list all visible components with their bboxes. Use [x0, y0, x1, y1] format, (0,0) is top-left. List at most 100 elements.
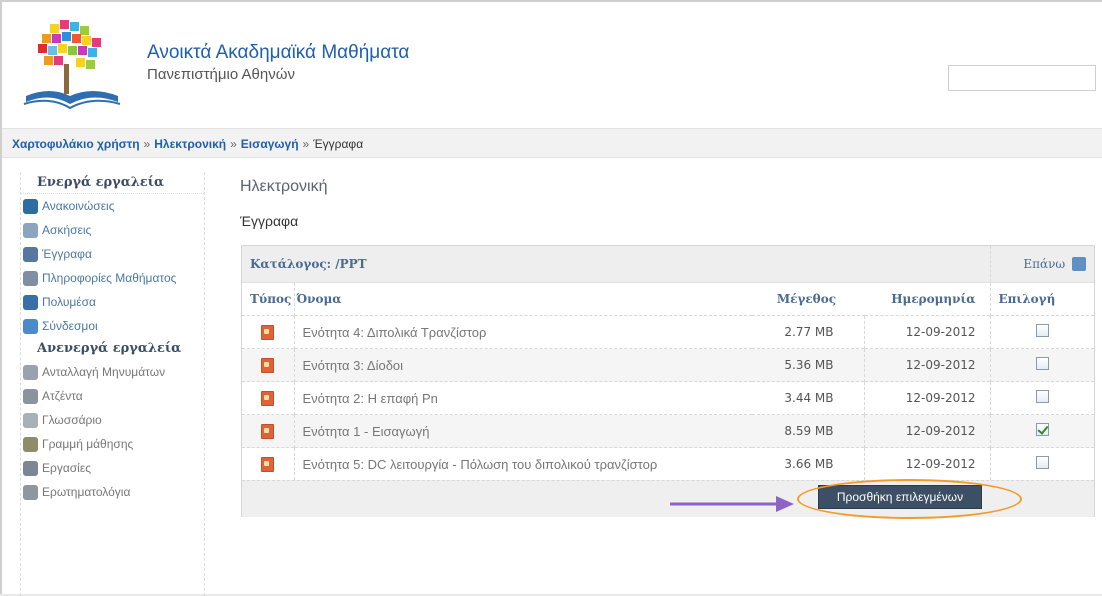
file-row: Ενότητα 3: Δίοδοι 5.36 MB 12-09-2012 [242, 348, 1094, 382]
site-title[interactable]: Ανοικτά Ακαδημαϊκά Μαθήματα [147, 42, 409, 64]
file-name-link[interactable]: Ενότητα 3: Δίοδοι [303, 358, 404, 373]
tree-book-logo[interactable] [20, 16, 124, 116]
documents-panel: Κατάλογος: /PPT Επάνω Τύπος Όνομα Μέγεθο… [241, 245, 1095, 517]
file-size: 5.36 MB [784, 358, 834, 372]
ppt-file-icon[interactable] [261, 423, 275, 439]
column-date: Ημερομηνία [891, 292, 976, 306]
course-title: Ηλεκτρονική [240, 178, 328, 195]
file-date: 12-09-2012 [905, 457, 976, 471]
questionnaires-icon [23, 484, 38, 500]
search-input[interactable] [948, 65, 1096, 91]
sidebar-item-label: Ανακοινώσεις [42, 199, 115, 213]
sidebar-item[interactable]: Εργασίες [21, 456, 204, 480]
file-name-link[interactable]: Ενότητα 2: Η επαφή Pn [303, 391, 438, 406]
exercises-icon [23, 222, 38, 238]
sidebar-item[interactable]: Έγγραφα [21, 242, 204, 266]
sidebar-item[interactable]: Ατζέντα [21, 384, 204, 408]
sidebar-item-label: Πληροφορίες Μαθήματος [42, 271, 177, 285]
file-size: 3.66 MB [784, 457, 834, 471]
tools-sidebar: Ενεργά εργαλεία Ανακοινώσεις Ασκήσεις Έγγρ… [20, 172, 205, 596]
course-info-icon [23, 270, 38, 286]
file-date: 12-09-2012 [905, 358, 976, 372]
file-row: Ενότητα 1 - Εισαγωγή 8.59 MB 12-09-2012 [242, 414, 1094, 448]
column-name: Όνομα [296, 292, 342, 306]
sidebar-item-label: Έγγραφα [42, 247, 92, 261]
pointer-arrow [670, 496, 794, 512]
sidebar-item-label: Ανταλλαγή Μηνυμάτων [42, 365, 166, 379]
site-subtitle: Πανεπιστήμιο Αθηνών [147, 66, 295, 83]
sidebar-item-label: Ατζέντα [42, 389, 83, 403]
file-name-link[interactable]: Ενότητα 5: DC λειτουργία - Πόλωση του δι… [303, 457, 658, 472]
select-checkbox[interactable] [1035, 456, 1049, 469]
sidebar-item-label: Ασκήσεις [42, 223, 92, 237]
sidebar-item-label: Γραμμή μάθησης [42, 437, 134, 451]
column-select: Επιλογή [998, 292, 1056, 306]
breadcrumb-link[interactable]: Εισαγωγή [241, 137, 299, 151]
inactive-tools-list: Ανταλλαγή Μηνυμάτων Ατζέντα Γλωσσάριο Γραμμ… [21, 360, 204, 504]
documents-table: Κατάλογος: /PPT Επάνω Τύπος Όνομα Μέγεθο… [242, 246, 1094, 480]
select-checkbox[interactable] [1035, 390, 1049, 403]
sidebar-item[interactable]: Πολυμέσα [21, 290, 204, 314]
breadcrumb-current: Έγγραφα [313, 137, 364, 151]
sidebar-item[interactable]: Ανακοινώσεις [21, 194, 204, 218]
file-row: Ενότητα 4: Διπολικά Τρανζίστορ 2.77 MB 12-… [242, 315, 1094, 349]
select-checkbox[interactable] [1035, 324, 1049, 337]
breadcrumb-link[interactable]: Χαρτοφυλάκιο χρήστη [12, 137, 140, 151]
column-type: Τύπος [250, 292, 292, 306]
sidebar-item-label: Σύνδεσμοι [42, 319, 98, 333]
file-size: 2.77 MB [784, 325, 834, 339]
ppt-file-icon[interactable] [261, 390, 275, 406]
file-name-link[interactable]: Ενότητα 1 - Εισαγωγή [303, 424, 430, 439]
glossary-icon [23, 412, 38, 428]
sidebar-item[interactable]: Ανταλλαγή Μηνυμάτων [21, 360, 204, 384]
file-row: Ενότητα 5: DC λειτουργία - Πόλωση του δι… [242, 447, 1094, 480]
active-tools-heading: Ενεργά εργαλεία [21, 172, 204, 194]
file-date: 12-09-2012 [905, 424, 976, 438]
directory-label: Κατάλογος: /PPT [250, 257, 367, 271]
sidebar-item[interactable]: Ερωτηματολόγια [21, 480, 204, 504]
file-name-link[interactable]: Ενότητα 4: Διπολικά Τρανζίστορ [303, 325, 487, 340]
file-date: 12-09-2012 [905, 325, 976, 339]
breadcrumb-separator: » [302, 137, 310, 151]
messages-icon [23, 364, 38, 380]
sidebar-item[interactable]: Γλωσσάριο [21, 408, 204, 432]
active-tools-list: Ανακοινώσεις Ασκήσεις Έγγραφα Πληροφορίες Μ… [21, 194, 204, 338]
file-size: 8.59 MB [784, 424, 834, 438]
up-link[interactable]: Επάνω [1023, 256, 1086, 272]
breadcrumb-link[interactable]: Ηλεκτρονική [154, 137, 226, 151]
up-label: Επάνω [1023, 256, 1066, 271]
directory-row: Κατάλογος: /PPT Επάνω [242, 246, 1094, 283]
sidebar-item[interactable]: Γραμμή μάθησης [21, 432, 204, 456]
ppt-file-icon[interactable] [261, 324, 275, 340]
announcements-icon [23, 198, 38, 214]
breadcrumb-separator: » [143, 137, 151, 151]
site-header: Ανοικτά Ακαδημαϊκά Μαθήματα Πανεπιστήμιο… [2, 2, 1102, 120]
sidebar-item-label: Γλωσσάριο [42, 413, 102, 427]
file-list: Ενότητα 4: Διπολικά Τρανζίστορ 2.77 MB 12-… [242, 315, 1094, 480]
sidebar-item-label: Εργασίες [42, 461, 91, 475]
file-row: Ενότητα 2: Η επαφή Pn 3.44 MB 12-09-2012 [242, 381, 1094, 415]
learning-path-icon [23, 436, 38, 452]
links-icon [23, 318, 38, 334]
file-date: 12-09-2012 [905, 391, 976, 405]
header-row: Τύπος Όνομα Μέγεθος Ημερομηνία Επιλογή [242, 282, 1094, 316]
column-size: Μέγεθος [776, 292, 836, 306]
folder-up-icon [1072, 257, 1086, 272]
select-checkbox[interactable] [1035, 357, 1049, 370]
select-checkbox[interactable] [1035, 423, 1049, 436]
agenda-icon [23, 388, 38, 404]
add-selected-button[interactable]: Προσθήκη επιλεγμένων [818, 485, 982, 509]
assignments-icon [23, 460, 38, 476]
inactive-tools-heading: Ανενεργά εργαλεία [37, 341, 182, 356]
sidebar-item[interactable]: Ασκήσεις [21, 218, 204, 242]
sidebar-item[interactable]: Πληροφορίες Μαθήματος [21, 266, 204, 290]
sidebar-item[interactable]: Σύνδεσμοι [21, 314, 204, 338]
sidebar-item-label: Πολυμέσα [42, 295, 96, 309]
multimedia-icon [23, 294, 38, 310]
section-title: Έγγραφα [240, 213, 299, 229]
file-size: 3.44 MB [784, 391, 834, 405]
breadcrumb-separator: » [230, 137, 237, 151]
ppt-file-icon[interactable] [261, 456, 275, 472]
breadcrumb: Χαρτοφυλάκιο χρήστη» Ηλεκτρονική» Εισαγωγή… [2, 128, 1102, 158]
ppt-file-icon[interactable] [261, 357, 275, 373]
